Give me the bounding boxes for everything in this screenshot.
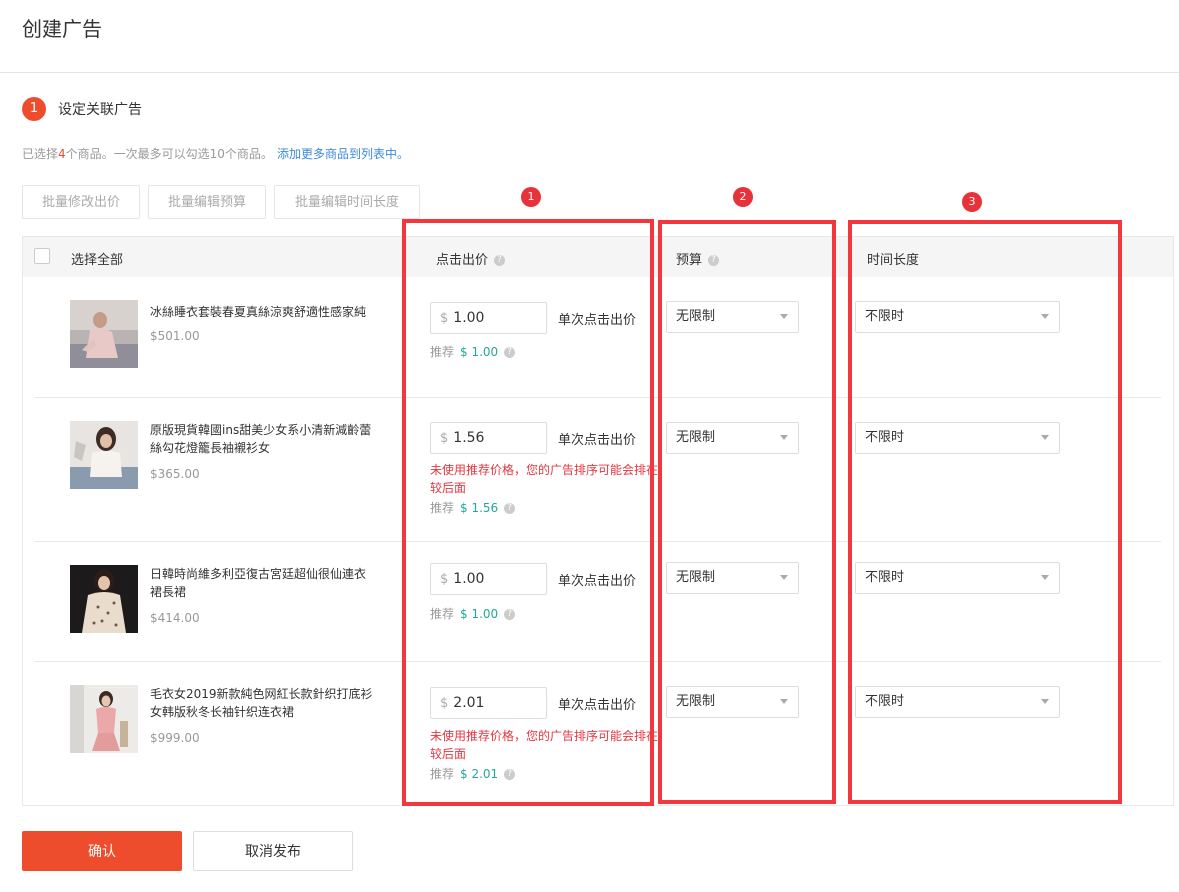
annotation-box-budget	[658, 220, 836, 804]
product-name[interactable]: 日韓時尚維多利亞復古宮廷超仙很仙連衣裙長裙	[150, 565, 375, 601]
product-thumbnail	[70, 565, 138, 633]
product-price: $999.00	[150, 731, 200, 745]
select-all-label[interactable]: 选择全部	[71, 249, 123, 268]
title-divider	[0, 72, 1179, 73]
select-all-checkbox[interactable]	[34, 248, 50, 264]
selection-info: 已选择4个商品。一次最多可以勾选10个商品。 添加更多商品到列表中。	[22, 145, 409, 162]
product-price: $501.00	[150, 329, 200, 343]
selection-count: 4	[58, 147, 66, 161]
annotation-box-duration	[848, 220, 1122, 804]
product-thumbnail	[70, 685, 138, 753]
product-price: $365.00	[150, 467, 200, 481]
selection-prefix: 已选择	[22, 147, 59, 161]
product-name[interactable]: 毛衣女2019新款純色网紅长款針织打底衫女韩版秋冬长袖针织连衣裙	[150, 685, 375, 721]
selection-suffix: 个商品。一次最多可以勾选10个商品。	[65, 147, 273, 161]
annotation-number-1: 1	[521, 187, 541, 207]
product-name[interactable]: 冰絲睡衣套裝春夏真絲涼爽舒適性感家純	[150, 303, 375, 321]
product-thumbnail	[70, 421, 138, 489]
annotation-box-bid	[402, 219, 654, 806]
bulk-edit-budget-button[interactable]: 批量编辑预算	[148, 185, 266, 219]
add-more-products-link[interactable]: 添加更多商品到列表中。	[277, 147, 409, 161]
bulk-edit-bid-button[interactable]: 批量修改出价	[22, 185, 140, 219]
confirm-button[interactable]: 确认	[22, 831, 182, 871]
page-title: 创建广告	[22, 17, 102, 41]
product-thumbnail	[70, 300, 138, 368]
step-title: 设定关联广告	[58, 102, 142, 118]
cancel-publish-button[interactable]: 取消发布	[193, 831, 353, 871]
product-price: $414.00	[150, 611, 200, 625]
annotation-number-2: 2	[733, 187, 753, 207]
bulk-edit-duration-button[interactable]: 批量编辑时间长度	[274, 185, 420, 219]
product-name[interactable]: 原版現貨韓國ins甜美少女系小清新減齡蕾絲勾花燈籠長袖襯衫女	[150, 421, 375, 457]
step-number-badge: 1	[22, 97, 46, 121]
annotation-number-3: 3	[962, 192, 982, 212]
